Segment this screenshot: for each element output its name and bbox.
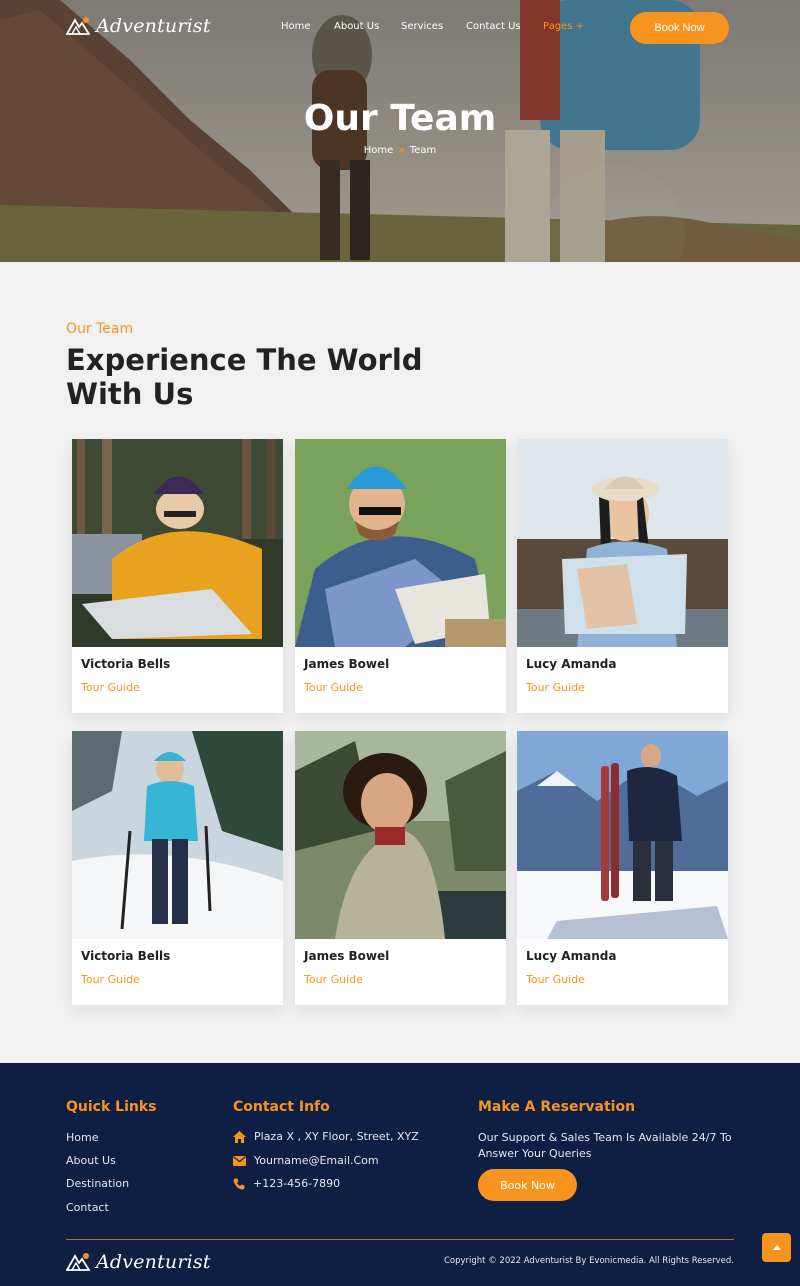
team-member-photo bbox=[295, 731, 506, 939]
team-member-name: Lucy Amanda bbox=[526, 949, 617, 963]
footer-divider bbox=[66, 1239, 734, 1240]
team-member-role: Tour Guide bbox=[304, 973, 363, 986]
brand-logo[interactable]: Adventurist bbox=[66, 15, 211, 37]
team-card[interactable]: Victoria Bells Tour Guide bbox=[72, 439, 283, 713]
team-member-name: Victoria Bells bbox=[81, 657, 171, 671]
brand-name: Adventurist bbox=[96, 15, 211, 37]
team-member-name: Victoria Bells bbox=[81, 949, 171, 963]
team-member-photo bbox=[517, 439, 728, 647]
section-eyebrow: Our Team bbox=[66, 321, 134, 337]
contact-email[interactable]: Yourname@Email.Com bbox=[233, 1154, 379, 1167]
reservation-heading: Make A Reservation bbox=[478, 1099, 636, 1115]
breadcrumb-home-link[interactable]: Home bbox=[364, 145, 394, 156]
home-icon bbox=[233, 1130, 246, 1143]
team-card[interactable]: James Bowel Tour Guide bbox=[295, 731, 506, 1005]
footer-brand-name: Adventurist bbox=[96, 1251, 211, 1273]
contact-info-heading: Contact Info bbox=[233, 1099, 330, 1115]
team-member-name: Lucy Amanda bbox=[526, 657, 617, 671]
contact-address-text: Plaza X , XY Floor, Street, XYZ bbox=[254, 1130, 419, 1143]
nav-item-home[interactable]: Home bbox=[281, 21, 311, 32]
team-member-photo bbox=[72, 731, 283, 939]
envelope-icon bbox=[233, 1155, 246, 1166]
hero-banner: Adventurist Home About Us Services Conta… bbox=[0, 0, 800, 262]
team-member-role: Tour Guide bbox=[526, 973, 585, 986]
breadcrumb: Home » Team bbox=[0, 145, 800, 156]
nav-item-contact-us[interactable]: Contact Us bbox=[466, 21, 521, 32]
team-member-photo bbox=[295, 439, 506, 647]
nav-item-pages-dropdown[interactable]: Pages + bbox=[543, 21, 584, 32]
breadcrumb-current: Team bbox=[409, 145, 437, 156]
nav-item-about-us[interactable]: About Us bbox=[334, 21, 379, 32]
team-card[interactable]: James Bowel Tour Guide bbox=[295, 439, 506, 713]
team-member-role: Tour Guide bbox=[81, 973, 140, 986]
contact-email-text: Yourname@Email.Com bbox=[254, 1154, 379, 1167]
page-title: Our Team bbox=[303, 98, 497, 139]
contact-address: Plaza X , XY Floor, Street, XYZ bbox=[233, 1130, 419, 1143]
contact-phone-text: +123-456-7890 bbox=[253, 1177, 341, 1190]
team-member-photo bbox=[72, 439, 283, 647]
footer-link-home[interactable]: Home bbox=[66, 1131, 98, 1144]
team-member-role: Tour Guide bbox=[304, 681, 363, 694]
book-now-button[interactable]: Book Now bbox=[630, 12, 729, 44]
team-member-role: Tour Guide bbox=[81, 681, 140, 694]
section-title: Experience The World With Us bbox=[66, 343, 423, 411]
team-member-role: Tour Guide bbox=[526, 681, 585, 694]
footer-link-about-us[interactable]: About Us bbox=[66, 1154, 116, 1167]
footer-brand-logo[interactable]: Adventurist bbox=[66, 1251, 211, 1273]
footer-book-now-button[interactable]: Book Now bbox=[478, 1169, 577, 1201]
contact-phone[interactable]: +123-456-7890 bbox=[233, 1177, 340, 1190]
mountain-logo-icon bbox=[66, 1253, 90, 1271]
team-member-name: James Bowel bbox=[304, 949, 390, 963]
team-card[interactable]: Victoria Bells Tour Guide bbox=[72, 731, 283, 1005]
team-member-photo bbox=[517, 731, 728, 939]
mountain-logo-icon bbox=[66, 17, 90, 35]
scroll-to-top-button[interactable] bbox=[762, 1233, 791, 1262]
phone-icon bbox=[233, 1178, 245, 1189]
copyright-text: Copyright © 2022 Adventurist By Evonicme… bbox=[443, 1256, 734, 1266]
footer-link-destination[interactable]: Destination bbox=[66, 1177, 129, 1190]
breadcrumb-separator-icon: » bbox=[398, 145, 405, 156]
site-footer: Quick Links Home About Us Destination Co… bbox=[0, 1063, 800, 1286]
chevron-up-icon bbox=[772, 1244, 781, 1250]
reservation-text: Our Support & Sales Team Is Available 24… bbox=[478, 1131, 732, 1160]
team-card[interactable]: Lucy Amanda Tour Guide bbox=[517, 731, 728, 1005]
nav-item-services[interactable]: Services bbox=[401, 21, 443, 32]
main-navbar: Adventurist Home About Us Services Conta… bbox=[0, 0, 800, 56]
team-card[interactable]: Lucy Amanda Tour Guide bbox=[517, 439, 728, 713]
team-member-name: James Bowel bbox=[304, 657, 390, 671]
quick-links-heading: Quick Links bbox=[66, 1099, 157, 1115]
footer-link-contact[interactable]: Contact bbox=[66, 1201, 109, 1214]
